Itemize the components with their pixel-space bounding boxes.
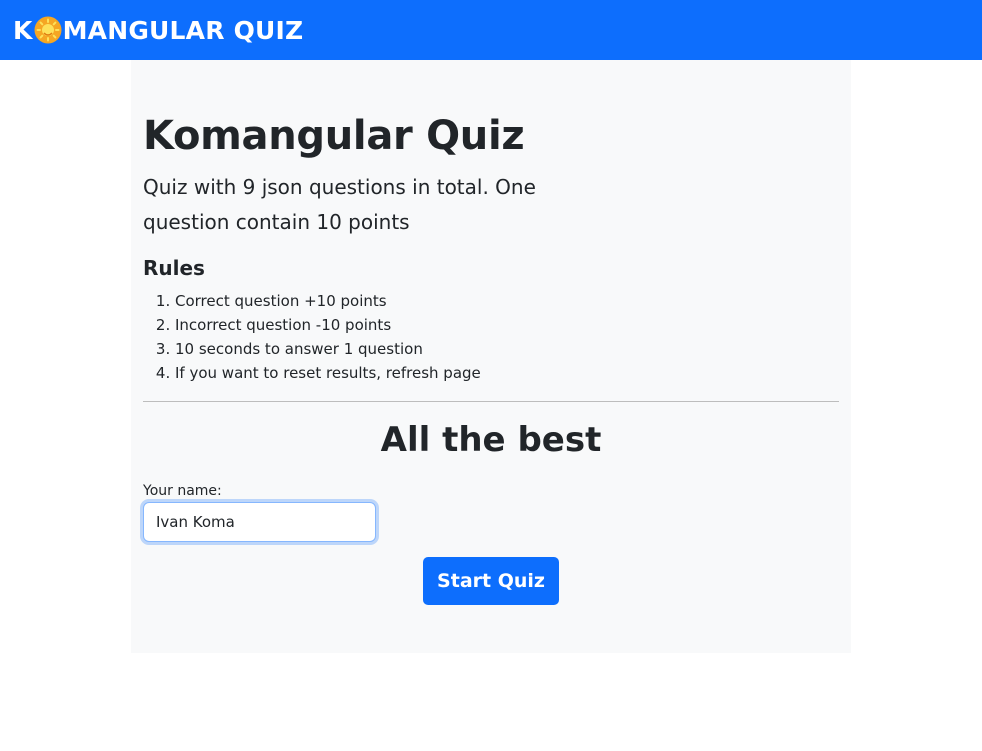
rule-item: 10 seconds to answer 1 question [175,337,481,361]
rules-list: Correct question +10 points Incorrect qu… [143,289,481,385]
name-label: Your name: [143,483,222,499]
brand-suffix: MANGULAR QUIZ [62,15,304,45]
rule-item: If you want to reset results, refresh pa… [175,361,481,385]
rules-heading: Rules [143,256,205,280]
quiz-intro-card: Komangular Quiz Quiz with 9 json questio… [131,60,851,653]
greeting-text: All the best [380,420,602,460]
rule-item: Incorrect question -10 points [175,313,481,337]
rule-item: Correct question +10 points [175,289,481,313]
brand-link[interactable]: K MANGULAR QUIZ [13,16,303,45]
page-title: Komangular Quiz [143,113,525,159]
name-input[interactable] [143,502,376,542]
quiz-description: Quiz with 9 json questions in total. One… [143,175,536,234]
divider [143,401,839,402]
brand-prefix: K [13,15,33,45]
start-quiz-button[interactable]: Start Quiz [423,557,559,605]
top-navbar: K MANGULAR QUIZ [0,0,982,60]
sun-logo-icon [34,16,62,44]
